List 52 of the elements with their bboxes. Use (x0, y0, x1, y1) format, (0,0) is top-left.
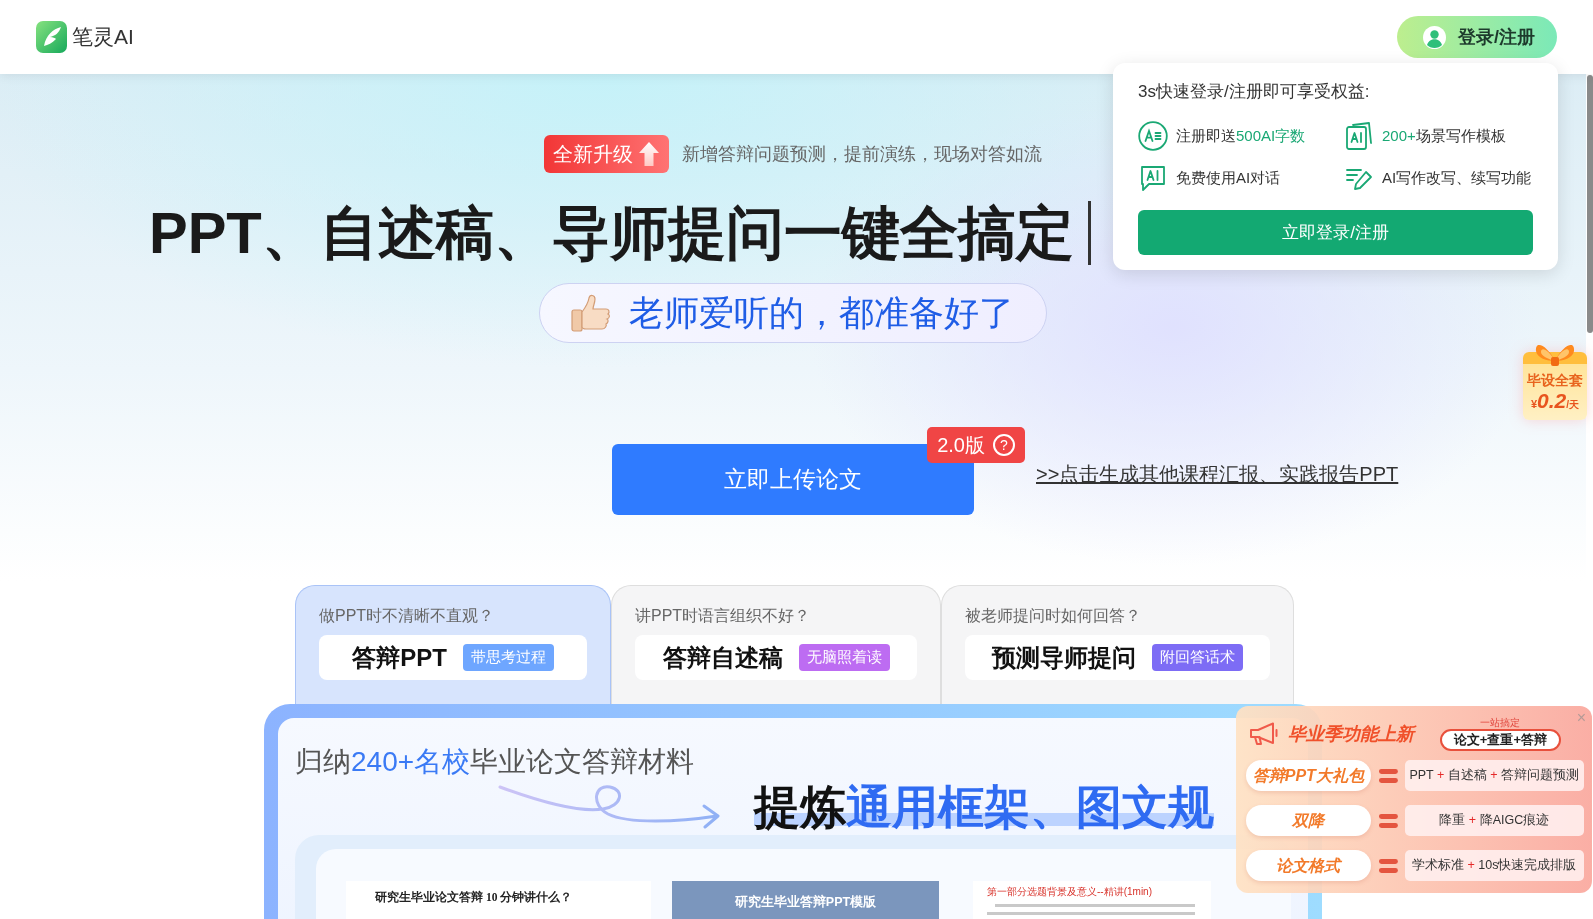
equals-icon (1378, 858, 1398, 873)
promo-feature-formula: 降重 + 降AIGC痕迹 (1404, 805, 1584, 836)
equals-icon (1378, 768, 1398, 783)
notes-heading: 第一部分选题背景及意义--精讲(1min) (987, 885, 1152, 898)
promo-feature-formula: PPT + 自述稿 + 答辩问题预测 (1404, 760, 1584, 791)
main-headline: PPT、自述稿、导师提问一键全搞定 (149, 199, 1074, 267)
stacked-cards-icon (1344, 121, 1374, 151)
promo-feature-name: 论文格式 (1246, 850, 1371, 881)
tab-question: 讲PPT时语言组织不好？ (635, 606, 812, 626)
text-circle-icon (1138, 121, 1168, 151)
showcase-intro: 归纳240+名校毕业论文答辩材料 (295, 745, 695, 779)
other-ppt-link[interactable]: >>点击生成其他课程汇报、实践报告PPT (1036, 458, 1399, 489)
equals-icon (1378, 813, 1398, 828)
feature-tab[interactable]: 讲PPT时语言组织不好？ 答辩自述稿 无脑照着读 (611, 585, 941, 705)
tab-tag: 带思考过程 (462, 644, 554, 671)
gift-title: 毕设全套 (1527, 372, 1583, 389)
upgrade-badge-text: 全新升级 (553, 142, 633, 167)
promo-feature-name: 答辩PPT大礼包 (1246, 760, 1371, 791)
tab-question: 被老师提问时如何回答？ (965, 606, 1142, 626)
benefit-text: 200+场景写作模板 (1382, 125, 1506, 146)
promo-bundle-pill: 论文+查重+答辩 (1439, 729, 1561, 751)
help-icon[interactable]: ? (993, 434, 1015, 456)
benefit-text: AI写作改写、续写功能 (1382, 167, 1532, 188)
promo-feature-name: 双降 (1246, 805, 1371, 836)
feature-tab[interactable]: 被老师提问时如何回答？ 预测导师提问 附回答话术 (941, 585, 1294, 705)
tab-title: 答辩PPT (352, 642, 447, 673)
benefit-text: 免费使用AI对话 (1176, 167, 1281, 188)
popup-title: 3s快速登录/注册即可享受权益: (1138, 81, 1370, 103)
logo-icon (36, 21, 67, 53)
tab-question: 做PPT时不清晰不直观？ (319, 606, 496, 626)
arrow-up-icon (639, 142, 659, 166)
slogan-text: 老师爱听的，都准备好了 (629, 292, 1014, 334)
upgrade-note: 新增答辩问题预测，提前演练，现场对答如流 (682, 142, 1042, 166)
document-title: 研究生毕业论文答辩 10 分钟讲什么？ (375, 889, 573, 905)
login-button[interactable]: 登录/注册 (1397, 16, 1557, 58)
chat-bubble-icon (1138, 163, 1168, 193)
promo-tagline: 一站搞定 (1480, 717, 1521, 729)
slide-title: 研究生毕业答辩PPT模版 (734, 894, 877, 911)
benefit-text: 注册即送500AI字数 (1176, 125, 1306, 146)
user-icon (1423, 25, 1446, 49)
tab-title: 答辩自述稿 (662, 642, 783, 673)
gift-price: ¥0.2/天 (1530, 389, 1580, 414)
thumbs-up-icon (570, 293, 612, 333)
feature-tab[interactable]: 做PPT时不清晰不直观？ 答辩PPT 带思考过程 (295, 585, 611, 705)
text-cursor (1087, 201, 1091, 265)
promo-feature-formula: 学术标准 + 10s快速完成排版 (1404, 850, 1584, 881)
tab-tag: 附回答话术 (1152, 644, 1243, 671)
tab-tag: 无脑照着读 (798, 644, 890, 671)
megaphone-icon (1249, 722, 1279, 746)
tab-title: 预测导师提问 (992, 642, 1136, 673)
scrollbar-thumb[interactable] (1587, 75, 1593, 333)
logo-text: 笔灵AI (72, 24, 134, 50)
